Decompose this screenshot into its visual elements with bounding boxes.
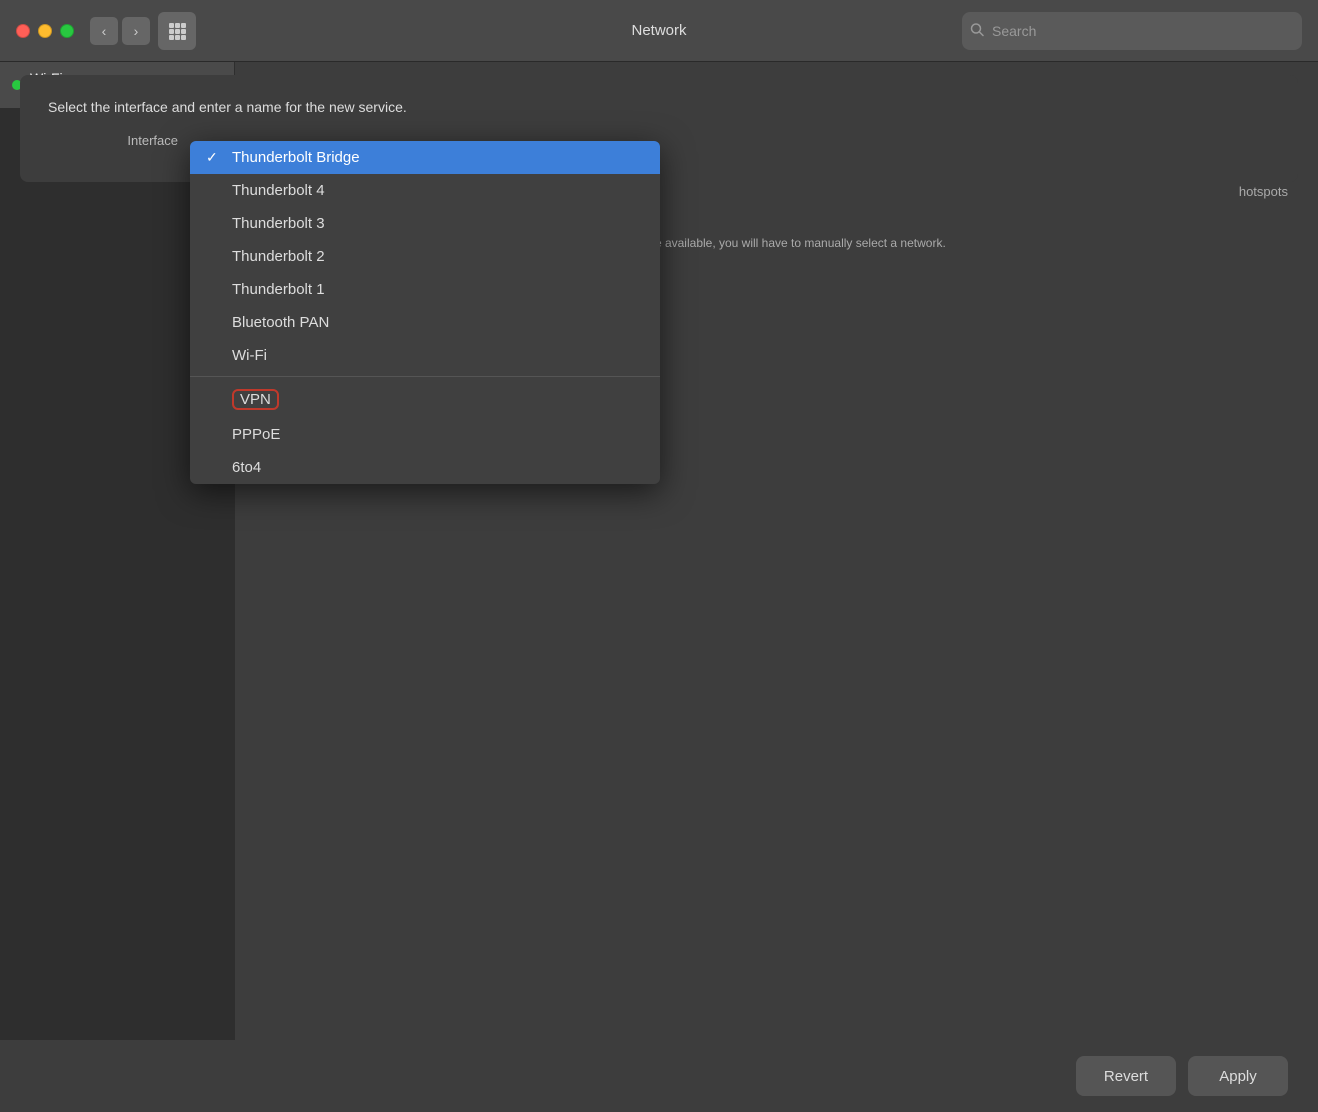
search-wrapper: [962, 12, 1302, 50]
dropdown-item-label: Bluetooth PAN: [232, 314, 329, 331]
dropdown-item-label: Thunderbolt 1: [232, 281, 325, 298]
dropdown-item-wifi[interactable]: Wi-Fi: [190, 339, 660, 372]
dropdown-item-label: PPPoE: [232, 426, 280, 443]
window-title: Network: [631, 22, 686, 39]
dropdown-item-label: Thunderbolt Bridge: [232, 149, 360, 166]
dropdown-item-pppoe[interactable]: PPPoE: [190, 418, 660, 451]
dropdown-item-vpn[interactable]: VPN: [190, 381, 660, 418]
dialog-instruction: Select the interface and enter a name fo…: [48, 99, 1270, 115]
nav-buttons: ‹ ›: [90, 17, 150, 45]
checkmark-icon: ✓: [206, 149, 222, 166]
search-input[interactable]: [962, 12, 1302, 50]
dropdown-item-label: Wi-Fi: [232, 347, 267, 364]
dropdown-item-bluetooth-pan[interactable]: Bluetooth PAN: [190, 306, 660, 339]
title-bar: ‹ › Network: [0, 0, 1318, 62]
minimize-button[interactable]: [38, 24, 52, 38]
close-button[interactable]: [16, 24, 30, 38]
maximize-button[interactable]: [60, 24, 74, 38]
interface-row: Interface ✓ Thunderbolt Bridge Thunderbo…: [48, 133, 1270, 148]
vpn-highlight-label: VPN: [232, 389, 279, 410]
dropdown-divider: [190, 376, 660, 377]
interface-label: Interface: [48, 133, 178, 148]
dropdown-item-label: Thunderbolt 2: [232, 248, 325, 265]
search-icon: [970, 22, 984, 39]
dropdown-item-label: 6to4: [232, 459, 261, 476]
interface-dropdown-menu[interactable]: ✓ Thunderbolt Bridge Thunderbolt 4 Thund…: [190, 141, 660, 484]
dropdown-item-thunderbolt-1[interactable]: Thunderbolt 1: [190, 273, 660, 306]
dropdown-item-thunderbolt-3[interactable]: Thunderbolt 3: [190, 207, 660, 240]
back-button[interactable]: ‹: [90, 17, 118, 45]
dropdown-item-label: Thunderbolt 3: [232, 215, 325, 232]
traffic-lights: [16, 24, 74, 38]
dropdown-item-thunderbolt-2[interactable]: Thunderbolt 2: [190, 240, 660, 273]
dialog-overlay: Select the interface and enter a name fo…: [0, 55, 1318, 1112]
grid-button[interactable]: [158, 12, 196, 50]
new-service-dialog: Select the interface and enter a name fo…: [20, 75, 1298, 182]
dropdown-item-label: Thunderbolt 4: [232, 182, 325, 199]
dropdown-item-thunderbolt-bridge[interactable]: ✓ Thunderbolt Bridge: [190, 141, 660, 174]
dropdown-item-6to4[interactable]: 6to4: [190, 451, 660, 484]
dropdown-item-thunderbolt-4[interactable]: Thunderbolt 4: [190, 174, 660, 207]
forward-button[interactable]: ›: [122, 17, 150, 45]
